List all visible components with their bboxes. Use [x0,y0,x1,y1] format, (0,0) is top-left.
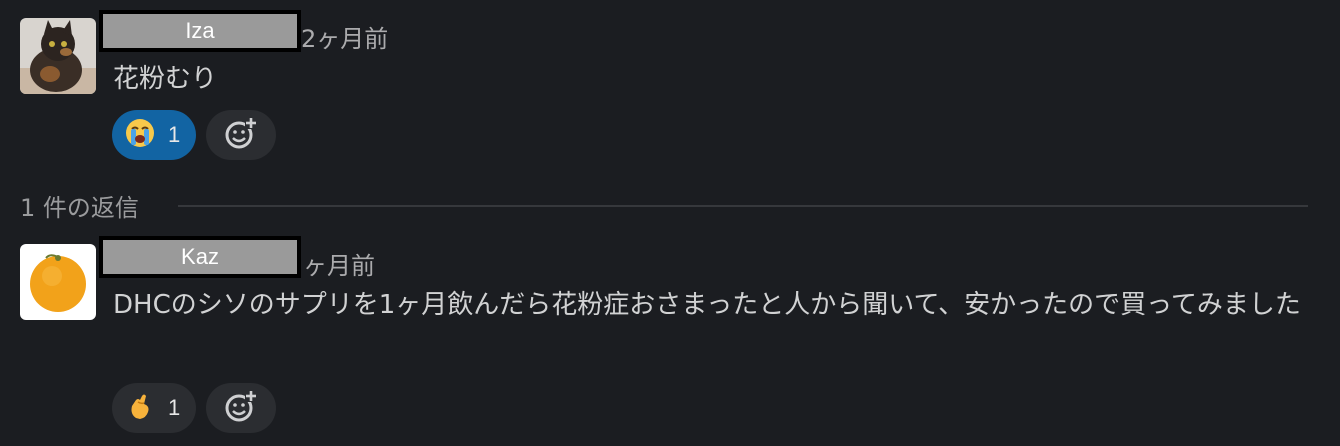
message-text: DHCのシソのサプリを1ヶ月飲んだら花粉症おさまったと人から聞いて、安かったので… [113,290,1301,320]
reaction-count: 1 [168,122,181,147]
add-emoji-icon [223,115,259,155]
add-reaction-button[interactable] [206,383,276,433]
timestamp[interactable]: ヶ月前 [303,246,375,281]
message-text: 花粉むり [113,64,218,94]
pinching-hand-icon [124,390,156,426]
reaction-count: 1 [168,395,181,420]
reaction-button[interactable]: 1 [112,110,196,160]
avatar-orange[interactable] [20,244,96,320]
divider [178,205,1308,207]
avatar-cat[interactable] [20,18,96,94]
add-reaction-button[interactable] [206,110,276,160]
author-name[interactable]: Iza [99,10,301,52]
replies-count[interactable]: 1 件の返信 [20,188,139,223]
author-name[interactable]: Kaz [99,236,301,278]
timestamp[interactable]: 2ヶ月前 [301,19,388,54]
add-emoji-icon [223,388,259,428]
reaction-button[interactable]: 1 [112,383,196,433]
loudly-crying-face-icon [124,117,156,153]
